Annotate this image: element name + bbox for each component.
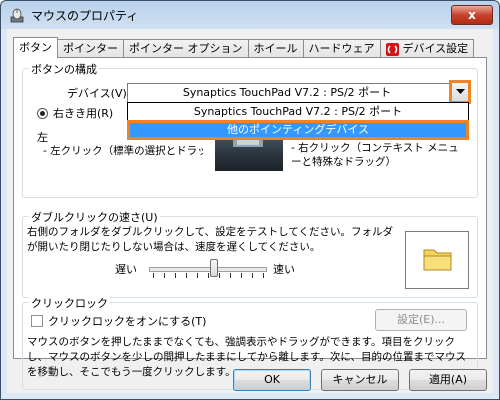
left-click-description: - 左クリック（標準の選択とドラッグ） <box>43 145 203 157</box>
chevron-down-icon <box>455 89 465 94</box>
group-title: ダブルクリックの速さ(U) <box>29 209 160 225</box>
right-click-description: - 右クリック（コンテキスト メニューと特殊なドラッグ） <box>291 142 459 168</box>
tab-label: ポインター オプション <box>129 42 243 55</box>
close-icon: x <box>468 8 476 22</box>
dropdown-arrow-button[interactable] <box>449 80 471 104</box>
right-hand-label: 右きき用(R) <box>53 107 114 120</box>
close-button[interactable]: x <box>451 5 493 25</box>
click-lock-label: クリックロックをオンにする(T) <box>48 315 207 328</box>
synaptics-icon <box>385 42 399 56</box>
buttons-tab-panel: ボタンの構成 デバイス(V): Synaptics TouchPad V7.2 … <box>13 57 487 390</box>
slider-tick <box>241 273 242 278</box>
slider-thumb[interactable] <box>210 259 218 277</box>
apply-button[interactable]: 適用(A) <box>409 369 487 391</box>
device-combobox[interactable]: Synaptics TouchPad V7.2 : PS/2 ポート <box>127 80 471 104</box>
dialog-client-area: ボタン ポインター ポインター オプション ホイール ハードウェア デバイス設定 <box>7 29 493 393</box>
right-hand-radio[interactable]: 右きき用(R) <box>37 105 113 121</box>
title-bar[interactable]: マウスのプロパティ x <box>1 1 499 29</box>
device-selected-value: Synaptics TouchPad V7.2 : PS/2 ポート <box>182 86 392 99</box>
tab-label: ボタン <box>19 41 52 54</box>
group-title: クリックロック <box>29 295 110 311</box>
slider-tick <box>186 273 187 278</box>
folder-icon <box>423 249 452 271</box>
checkbox-icon <box>31 315 43 327</box>
tab-wheel[interactable]: ホイール <box>247 39 304 58</box>
fast-label: 速い <box>273 263 295 276</box>
tab-label: ポインター <box>63 42 118 55</box>
button-config-group: ボタンの構成 デバイス(V): Synaptics TouchPad V7.2 … <box>22 61 478 198</box>
slider-tick <box>252 273 253 278</box>
slider-tick <box>219 273 220 278</box>
slider-tick <box>230 273 231 278</box>
mouse-properties-window: マウスのプロパティ x ボタン ポインター ポインター オプション ホイール ハ… <box>0 0 500 400</box>
ok-button[interactable]: OK <box>233 369 311 391</box>
double-click-speed-slider[interactable] <box>149 259 267 279</box>
tab-buttons[interactable]: ボタン <box>13 37 58 58</box>
tab-pointers[interactable]: ポインター <box>57 39 124 58</box>
tab-pointer-options[interactable]: ポインター オプション <box>123 39 249 58</box>
slider-tick <box>153 273 154 278</box>
slider-track <box>149 267 267 272</box>
slider-tick <box>197 273 198 278</box>
click-lock-checkbox[interactable]: クリックロックをオンにする(T) <box>31 313 206 329</box>
mouse-icon <box>10 8 24 23</box>
slider-tick <box>263 273 264 278</box>
slow-label: 遅い <box>115 263 137 276</box>
slider-tick <box>175 273 176 278</box>
tab-label: デバイス設定 <box>402 42 469 55</box>
dropdown-option-other-device[interactable]: 他のポインティングデバイス <box>127 120 469 140</box>
device-label: デバイス(V): <box>67 87 131 100</box>
group-title: ボタンの構成 <box>29 61 99 77</box>
test-folder-box[interactable] <box>405 231 469 289</box>
double-click-description: 右側のフォルダをダブルクリックして、設定をテストしてください。フォルダが開いたり… <box>27 226 394 253</box>
tab-label: ホイール <box>253 42 298 55</box>
tab-label: ハードウェア <box>308 42 375 55</box>
tab-strip: ボタン ポインター ポインター オプション ホイール ハードウェア デバイス設定 <box>13 37 475 58</box>
device-dropdown-list: Synaptics TouchPad V7.2 : PS/2 ポート 他のポイン… <box>127 102 469 140</box>
slider-tick <box>208 273 209 278</box>
radio-selected-icon <box>37 107 48 119</box>
cancel-button[interactable]: キャンセル <box>321 369 399 391</box>
slider-tick <box>164 273 165 278</box>
click-lock-settings-button[interactable]: 設定(E)... <box>375 309 467 331</box>
tab-hardware[interactable]: ハードウェア <box>302 39 381 58</box>
window-title: マウスのプロパティ <box>31 9 139 23</box>
double-click-group: ダブルクリックの速さ(U) 右側のフォルダをダブルクリックして、設定をテストして… <box>22 209 478 298</box>
dropdown-option-synaptics[interactable]: Synaptics TouchPad V7.2 : PS/2 ポート <box>128 103 468 121</box>
tab-device-settings[interactable]: デバイス設定 <box>379 39 475 58</box>
